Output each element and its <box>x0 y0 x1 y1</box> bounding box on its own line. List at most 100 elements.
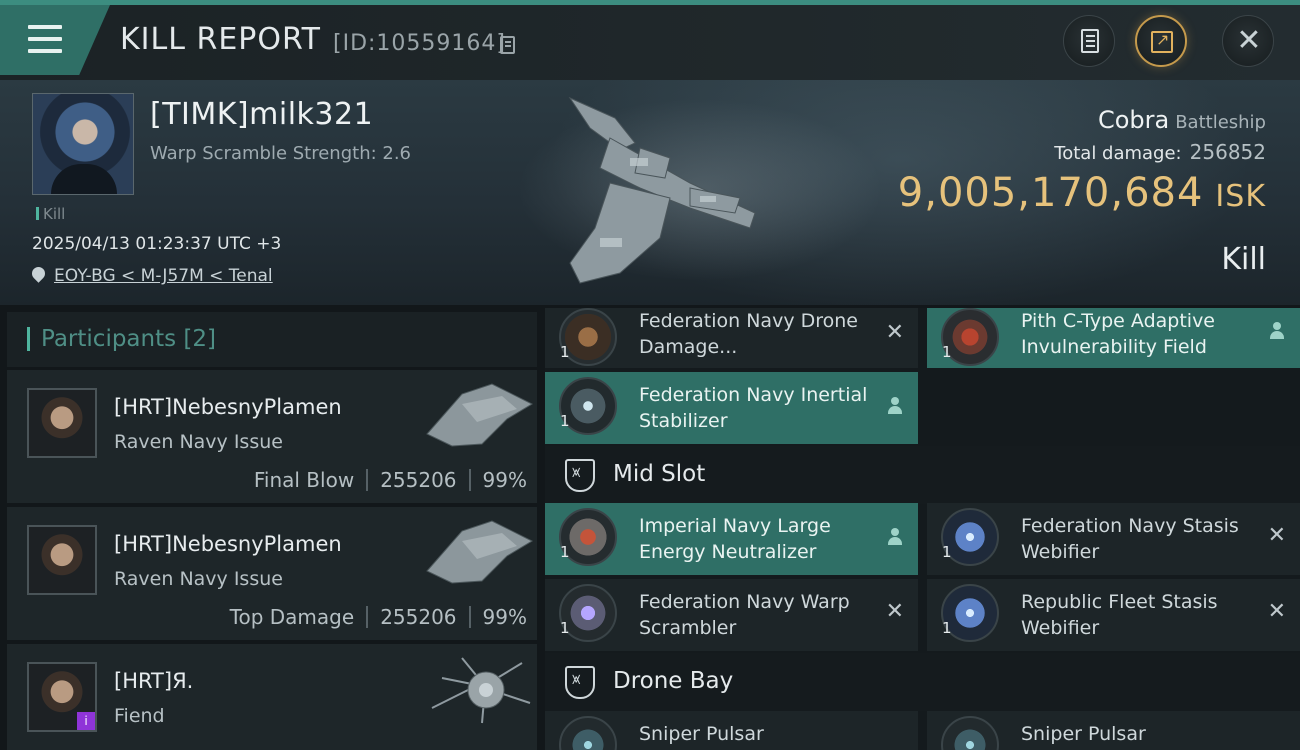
location-link[interactable]: EOY-BG < M-J57M < Tenal <box>54 266 273 286</box>
combat-log-button[interactable] <box>1063 15 1115 67</box>
participant-row[interactable]: [HRT]NebesnyPlamen Raven Navy Issue Top … <box>7 507 537 640</box>
module-name: Federation Navy Inertial Stabilizer <box>639 384 868 432</box>
participant-row[interactable]: [HRT]NebesnyPlamen Raven Navy Issue Fina… <box>7 370 537 503</box>
participant-row[interactable]: i [HRT]Я. Fiend <box>7 644 537 750</box>
drone-slot[interactable]: 1 Sniper Pulsar <box>545 711 918 750</box>
participants-panel: Participants [2] [HRT]NebesnyPlamen Rave… <box>7 312 537 750</box>
participant-ship: Raven Navy Issue <box>114 431 283 453</box>
report-id: [ID:10559164] <box>333 31 506 56</box>
participant-role: Final Blow <box>253 468 355 492</box>
section-title: Mid Slot <box>613 461 706 487</box>
destroyed-icon: ✕ <box>885 599 904 624</box>
copy-icon[interactable] <box>500 36 515 54</box>
module-slot[interactable]: 1 Federation Navy Drone Damage... ✕ <box>545 308 918 368</box>
share-button[interactable] <box>1135 15 1187 67</box>
destroyed-icon: ✕ <box>1267 523 1286 548</box>
participant-avatar[interactable] <box>27 525 97 595</box>
isk-amount: 9,005,170,684 <box>897 170 1204 216</box>
module-name: Federation Navy Warp Scrambler <box>639 591 850 639</box>
participant-role: Top Damage <box>229 605 355 629</box>
victim-header: [TIMK]milk321 Warp Scramble Strength: 2.… <box>0 80 1300 305</box>
module-slot[interactable]: 1 Pith C-Type Adaptive Invulnerability F… <box>927 308 1300 368</box>
dropped-person-icon <box>888 528 902 546</box>
participant-name[interactable]: [HRT]NebesnyPlamen <box>114 532 342 556</box>
close-icon: ✕ <box>1236 23 1262 58</box>
shield-icon <box>565 666 595 699</box>
module-slot[interactable]: 1 Federation Navy Warp Scrambler ✕ <box>545 579 918 651</box>
module-name: Pith C-Type Adaptive Invulnerability Fie… <box>1021 310 1215 358</box>
isk-value: 9,005,170,684 ISK <box>898 170 1266 216</box>
participant-ship-image <box>426 520 534 584</box>
participants-header: Participants [2] <box>7 312 537 367</box>
destroyed-icon: ✕ <box>885 320 904 345</box>
section-title: Drone Bay <box>613 668 734 694</box>
participant-percent: 99% <box>482 605 527 629</box>
module-name: Federation Navy Stasis Webifier <box>1021 515 1239 563</box>
participant-ship-image <box>426 383 534 447</box>
location-pin-icon <box>29 264 48 283</box>
module-qty: 1 <box>560 412 570 430</box>
module-slot[interactable]: 1 Imperial Navy Large Energy Neutralizer <box>545 503 918 575</box>
kill-datetime: 2025/04/13 01:23:37 UTC +3 <box>32 234 282 254</box>
drone-icon <box>559 716 617 750</box>
mid-slot-header: Mid Slot <box>545 446 1300 504</box>
module-slot[interactable]: 1 Federation Navy Inertial Stabilizer <box>545 372 918 444</box>
drone-slot[interactable]: 1 Sniper Pulsar <box>927 711 1300 750</box>
share-icon <box>1151 30 1173 53</box>
kill-location[interactable]: EOY-BG < M-J57M < Tenal <box>29 264 273 286</box>
participants-title: Participants [2] <box>41 326 216 352</box>
destroyed-icon: ✕ <box>1267 599 1286 624</box>
participant-name[interactable]: [HRT]NebesnyPlamen <box>114 395 342 419</box>
participant-stats: Top Damage 255206 99% <box>230 605 527 629</box>
ship-class: Battleship <box>1175 112 1266 133</box>
menu-icon <box>28 25 62 53</box>
close-button[interactable]: ✕ <box>1222 15 1274 67</box>
victim-portrait[interactable] <box>32 93 134 195</box>
module-qty: 1 <box>942 343 952 361</box>
participant-ship-image <box>431 657 531 724</box>
drone-icon <box>941 716 999 750</box>
dropped-person-icon <box>1270 322 1284 340</box>
victim-name[interactable]: [TIMK]milk321 <box>150 97 373 132</box>
module-name: Republic Fleet Stasis Webifier <box>1021 591 1218 639</box>
victim-ship-image <box>568 96 756 284</box>
module-qty: 1 <box>942 543 952 561</box>
title-bar: KILL REPORT [ID:10559164] ✕ <box>0 0 1300 80</box>
participant-name[interactable]: [HRT]Я. <box>114 669 193 693</box>
participant-avatar[interactable] <box>27 388 97 458</box>
info-badge: i <box>77 712 95 730</box>
participant-percent: 99% <box>482 468 527 492</box>
page-title: KILL REPORT <box>120 22 321 57</box>
menu-button[interactable] <box>0 5 110 75</box>
module-slot[interactable]: 1 Republic Fleet Stasis Webifier ✕ <box>927 579 1300 651</box>
participant-stats: Final Blow 255206 99% <box>254 468 527 492</box>
shield-icon <box>565 459 595 492</box>
kill-tag-label: Kill <box>43 205 66 223</box>
module-qty: 1 <box>560 343 570 361</box>
module-name: Sniper Pulsar <box>1021 723 1146 745</box>
participants-label: Participants <box>41 326 177 352</box>
kill-tag: Kill <box>36 205 65 223</box>
module-qty: 1 <box>942 619 952 637</box>
participants-count: [2] <box>183 326 217 352</box>
module-name: Sniper Pulsar <box>639 723 764 745</box>
total-damage-label: Total damage: <box>1054 143 1182 164</box>
participant-ship: Raven Navy Issue <box>114 568 283 590</box>
module-slot[interactable]: 1 Federation Navy Stasis Webifier ✕ <box>927 503 1300 575</box>
participant-avatar[interactable]: i <box>27 662 97 732</box>
module-qty: 1 <box>560 619 570 637</box>
document-icon <box>1081 29 1099 53</box>
participant-damage: 255206 <box>380 605 457 629</box>
fitting-panel: 1 Federation Navy Drone Damage... ✕ 1 Pi… <box>545 308 1300 750</box>
module-qty: 1 <box>560 543 570 561</box>
kill-outcome: Kill <box>1221 242 1266 277</box>
victim-ship: Cobra Battleship <box>1098 106 1266 134</box>
participant-ship: Fiend <box>114 705 165 727</box>
ship-name: Cobra <box>1097 106 1170 134</box>
module-name: Federation Navy Drone Damage... <box>639 310 858 358</box>
drone-bay-header: Drone Bay <box>545 653 1300 711</box>
total-damage-value: 256852 <box>1189 140 1266 164</box>
isk-unit: ISK <box>1215 179 1266 214</box>
total-damage: Total damage: 256852 <box>1054 140 1266 164</box>
module-name: Imperial Navy Large Energy Neutralizer <box>639 515 831 563</box>
